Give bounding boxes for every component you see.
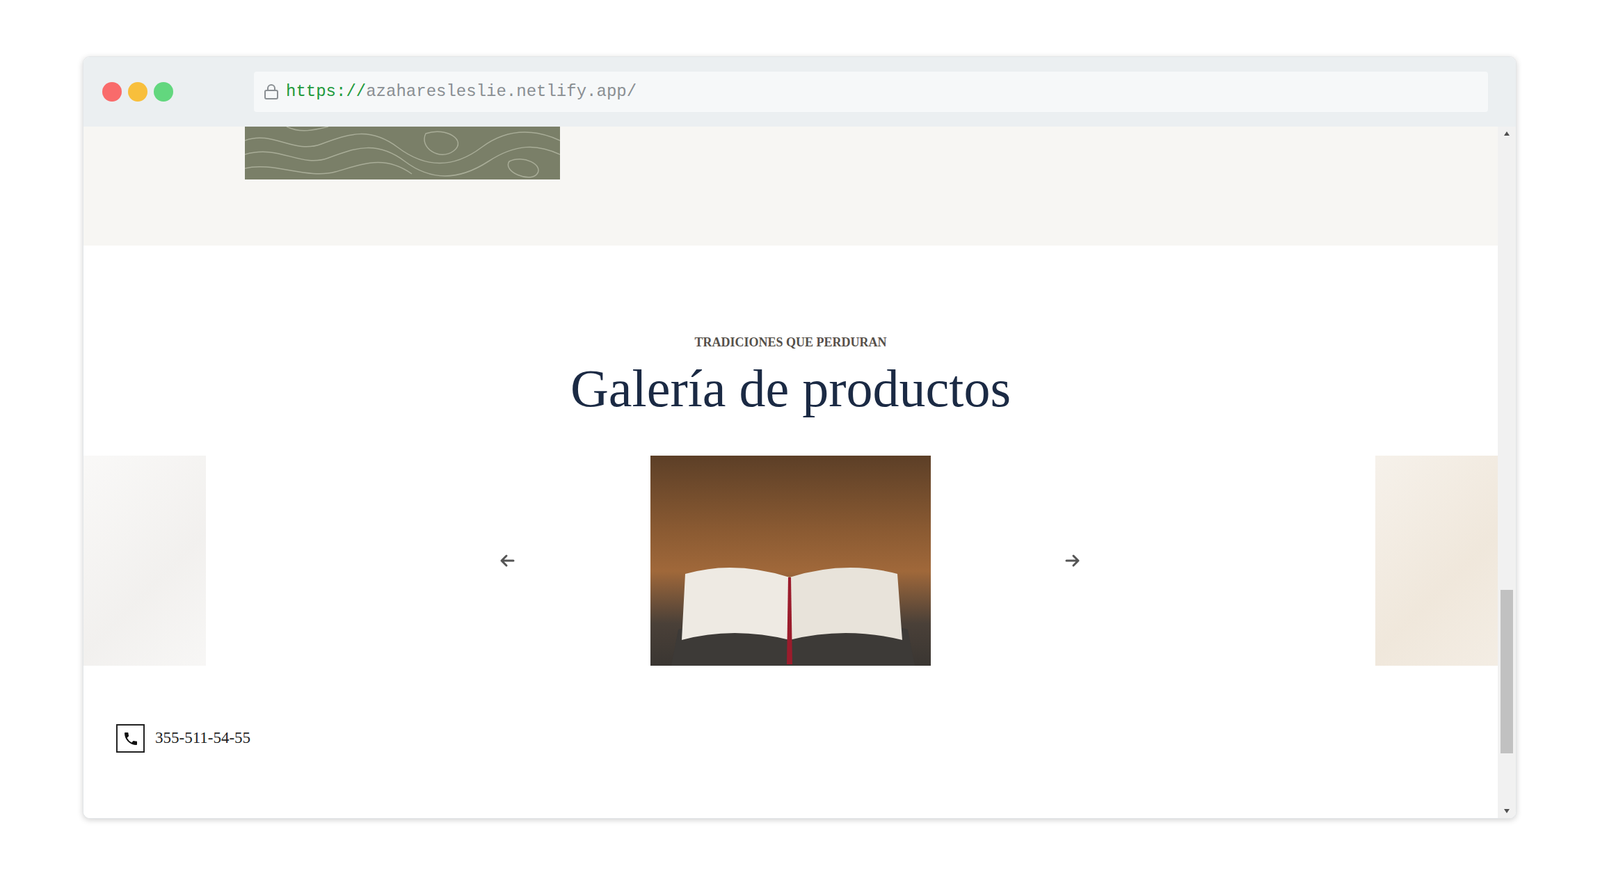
scroll-up-icon	[1503, 130, 1511, 137]
scroll-thumb[interactable]	[1500, 589, 1514, 754]
close-button[interactable]	[102, 82, 122, 102]
product-carousel	[83, 455, 1498, 666]
maximize-button[interactable]	[153, 82, 174, 102]
gallery-section: TRADICIONES QUE PERDURAN Galería de produ…	[83, 245, 1498, 753]
browser-toolbar: https://azaharesleslie.netlify.app/	[83, 57, 1516, 127]
window-controls	[102, 82, 254, 102]
arrow-right-icon	[1065, 553, 1081, 568]
lock-icon	[263, 83, 279, 101]
product-slide[interactable]	[1375, 455, 1498, 666]
phone-icon	[116, 724, 145, 753]
section-title: Galería de productos	[83, 357, 1498, 419]
prev-button[interactable]	[205, 553, 651, 568]
minimize-button[interactable]	[128, 82, 148, 102]
product-slide[interactable]	[83, 455, 206, 666]
pattern-image	[244, 126, 560, 180]
browser-window: https://azaharesleslie.netlify.app/TRADI…	[82, 56, 1517, 819]
page-viewport: TRADICIONES QUE PERDURAN Galería de produ…	[83, 126, 1516, 819]
scrollbar[interactable]	[1497, 126, 1516, 819]
address-bar[interactable]: https://azaharesleslie.netlify.app/	[253, 71, 1488, 112]
phone-number: 355-511-54-55	[155, 726, 251, 751]
page: TRADICIONES QUE PERDURAN Galería de produ…	[83, 126, 1498, 819]
previous-section	[83, 126, 1498, 246]
product-slide[interactable]	[650, 455, 931, 666]
scroll-down-icon	[1503, 808, 1511, 814]
section-eyebrow: TRADICIONES QUE PERDURAN	[83, 334, 1498, 350]
phone-contact[interactable]: 355-511-54-55	[83, 724, 1498, 753]
arrow-left-icon	[499, 553, 515, 568]
next-button[interactable]	[930, 553, 1376, 568]
url-text: https://azaharesleslie.netlify.app/	[285, 79, 637, 105]
